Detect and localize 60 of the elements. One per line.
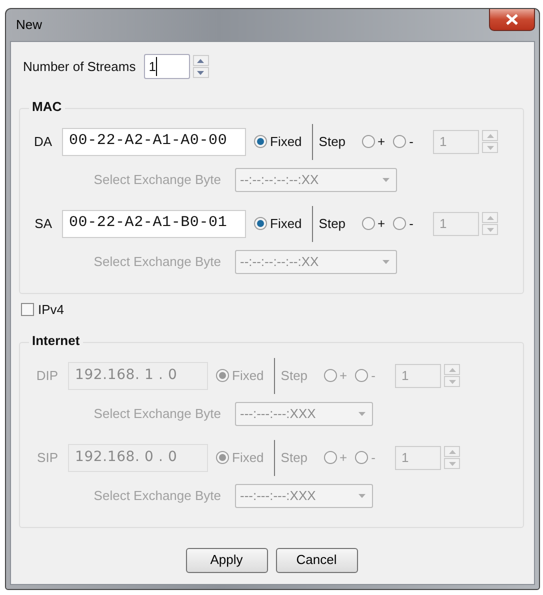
down-arrow-icon: [486, 146, 494, 150]
spin-down-button[interactable]: [482, 142, 498, 153]
down-arrow-icon: [448, 462, 456, 466]
address-field[interactable]: 00-22-A2-A1-A0-00: [62, 128, 246, 156]
step-field: 1: [395, 364, 442, 388]
address-field: 192.168. 1 . 0: [68, 362, 208, 390]
caret-icon: [358, 494, 366, 498]
spin-down-button[interactable]: [192, 67, 209, 78]
dialog-button[interactable]: Cancel: [276, 548, 358, 572]
exchange-byte-label: Select Exchange Byte: [92, 170, 222, 189]
radio-option[interactable]: +: [362, 214, 386, 234]
ipv4-label: IPv4: [38, 300, 64, 318]
address-label: DIP: [35, 366, 59, 385]
up-arrow-icon: [486, 134, 494, 138]
radio-option[interactable]: -: [393, 214, 414, 234]
radio-option[interactable]: -: [393, 132, 414, 152]
spin-up-button[interactable]: [482, 130, 498, 141]
address-label: SA: [34, 214, 53, 233]
down-arrow-icon: [197, 70, 204, 74]
radio-option: -: [355, 366, 376, 386]
exchange-byte-label: Select Exchange Byte: [92, 404, 222, 423]
radio-option: +: [324, 366, 348, 386]
streams-field[interactable]: 1: [144, 54, 190, 79]
step-label: Step: [318, 132, 346, 151]
down-arrow-icon: [486, 228, 494, 232]
window-title: New: [15, 16, 42, 34]
radio-option: -: [355, 448, 376, 468]
up-arrow-icon: [448, 450, 456, 454]
streams-label: Number of Streams: [23, 58, 136, 76]
spin-down-button[interactable]: [482, 224, 498, 235]
address-label: SIP: [36, 448, 59, 467]
address-label: DA: [32, 132, 53, 151]
up-arrow-icon: [486, 216, 494, 220]
radio-option: Fixed: [216, 448, 264, 468]
spin-up-button[interactable]: [482, 212, 498, 223]
address-field[interactable]: 00-22-A2-A1-B0-01: [62, 210, 246, 238]
radio-option[interactable]: Fixed: [254, 214, 302, 234]
dialog-button[interactable]: Apply: [186, 548, 268, 572]
caret-icon: [382, 260, 390, 264]
radio-option: Fixed: [216, 366, 264, 386]
step-label: Step: [318, 214, 346, 233]
radio-option: +: [324, 448, 348, 468]
exchange-byte-label: Select Exchange Byte: [92, 252, 222, 271]
caret-icon: [358, 412, 366, 416]
step-label: Step: [280, 448, 308, 467]
close-icon: [506, 14, 518, 25]
exchange-byte-label: Select Exchange Byte: [92, 486, 222, 505]
radio-option[interactable]: +: [362, 132, 386, 152]
up-arrow-icon: [448, 368, 456, 372]
close-button[interactable]: [489, 9, 535, 31]
step-field: 1: [395, 446, 442, 470]
step-field: 1: [433, 130, 480, 154]
address-field: 192.168. 0 . 0: [68, 444, 208, 472]
up-arrow-icon: [197, 58, 204, 62]
down-arrow-icon: [448, 380, 456, 384]
step-field: 1: [433, 212, 480, 236]
caret-icon: [382, 178, 390, 182]
radio-option[interactable]: Fixed: [254, 132, 302, 152]
step-label: Step: [280, 366, 308, 385]
spin-up-button[interactable]: [192, 55, 209, 66]
